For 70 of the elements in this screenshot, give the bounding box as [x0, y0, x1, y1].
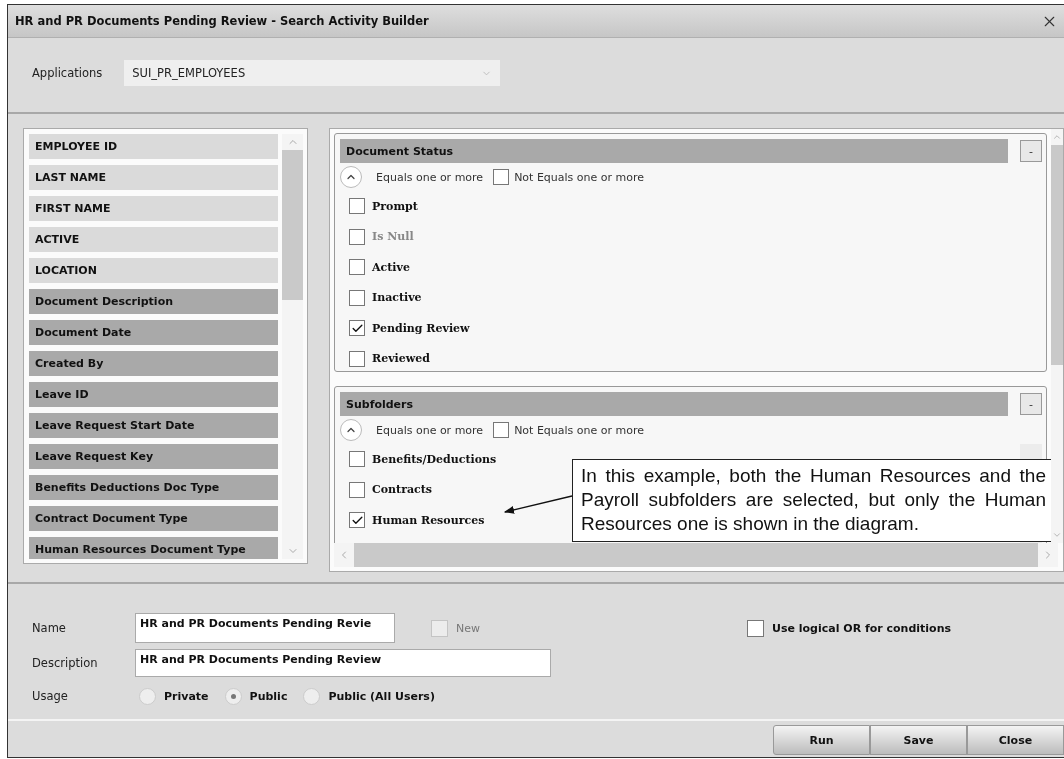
condition-header: Document Status [340, 139, 1008, 163]
field-item[interactable]: FIRST NAME [29, 196, 278, 221]
dialog-button[interactable]: Close [967, 725, 1064, 755]
collapse-circle-icon[interactable] [340, 166, 362, 188]
equals-label: Equals one or more [376, 170, 484, 184]
radio-button[interactable] [303, 687, 321, 705]
radio-button[interactable] [139, 687, 156, 705]
radio-label: Public (All Users) [328, 689, 435, 703]
dialog-button[interactable]: Save [870, 725, 967, 755]
scrollbar[interactable] [282, 134, 303, 559]
checkbox[interactable] [349, 259, 365, 276]
collapse-circle-icon[interactable] [340, 419, 362, 441]
option-label: Is Null [372, 230, 414, 244]
option-label: Contracts [372, 483, 433, 497]
usage-label: Usage [32, 689, 69, 703]
option-label: Reviewed [372, 352, 430, 366]
new-label: New [456, 621, 480, 635]
checkbox[interactable] [349, 350, 365, 367]
checkbox[interactable] [349, 289, 365, 306]
dialog-button[interactable]: Run [773, 725, 870, 755]
annotation-tooltip: In this example, both the Human Resources and the Payroll subfolders are selected, but only the Human Resources one is shown in the diagram. [572, 459, 1051, 542]
condition-header: Subfolders [340, 392, 1008, 416]
field-item[interactable]: Benefits Deductions Doc Type [29, 475, 278, 500]
field-item[interactable]: Created By [29, 351, 278, 376]
field-item[interactable]: Leave Request Key [29, 444, 278, 469]
name-field[interactable]: HR and PR Documents Pending Revie [135, 613, 395, 643]
field-item[interactable]: Document Description [29, 289, 278, 314]
scrollbar[interactable] [1051, 129, 1063, 543]
option-label: Prompt [372, 199, 418, 213]
option-label: Benefits/Deductions [372, 452, 497, 466]
radio-label: Public [249, 689, 288, 703]
chevron-down-icon [1052, 530, 1062, 540]
field-item[interactable]: ACTIVE [29, 227, 278, 252]
equals-label: Equals one or more [376, 423, 484, 437]
applications-dropdown[interactable]: SUI_PR_EMPLOYEES [124, 60, 501, 86]
field-item[interactable]: Human Resources Document Type [29, 537, 278, 559]
horizontal-scrollbar[interactable] [334, 543, 1058, 567]
option-label: Human Resources [372, 513, 485, 527]
collapse-button[interactable]: - [1020, 140, 1042, 162]
checkbox[interactable] [349, 481, 365, 498]
field-item[interactable]: EMPLOYEE ID [29, 134, 278, 159]
option-label: Pending Review [372, 321, 470, 335]
radio-button[interactable] [224, 687, 242, 705]
field-item[interactable]: LAST NAME [29, 165, 278, 190]
checkbox[interactable] [493, 169, 510, 185]
logical-or-label: Use logical OR for conditions [772, 621, 952, 635]
option-label: Inactive [372, 291, 422, 305]
checkbox[interactable] [747, 619, 764, 637]
description-field[interactable]: HR and PR Documents Pending Review [135, 649, 551, 677]
field-item[interactable]: Leave Request Start Date [29, 413, 278, 438]
checkbox[interactable] [349, 320, 365, 337]
field-item[interactable]: LOCATION [29, 258, 278, 283]
description-label: Description [32, 656, 99, 670]
field-item[interactable]: Contract Document Type [29, 506, 278, 531]
chevron-up-icon [1052, 132, 1062, 142]
checkbox[interactable] [349, 451, 365, 468]
option-label: Active [372, 260, 410, 274]
checkbox[interactable] [349, 512, 365, 529]
checkbox[interactable] [349, 198, 365, 215]
field-item[interactable]: Document Date [29, 320, 278, 345]
checkbox[interactable] [493, 422, 510, 438]
not-equals-label: Not Equals one or more [514, 423, 645, 437]
applications-label: Applications [32, 66, 103, 80]
field-item[interactable]: Leave ID [29, 382, 278, 407]
window-title: HR and PR Documents Pending Review - Search Activity Builder [15, 14, 429, 28]
name-label: Name [32, 621, 67, 635]
not-equals-label: Not Equals one or more [514, 170, 645, 184]
radio-label: Private [164, 689, 209, 703]
checkbox[interactable] [431, 619, 448, 637]
collapse-button[interactable]: - [1020, 393, 1042, 415]
